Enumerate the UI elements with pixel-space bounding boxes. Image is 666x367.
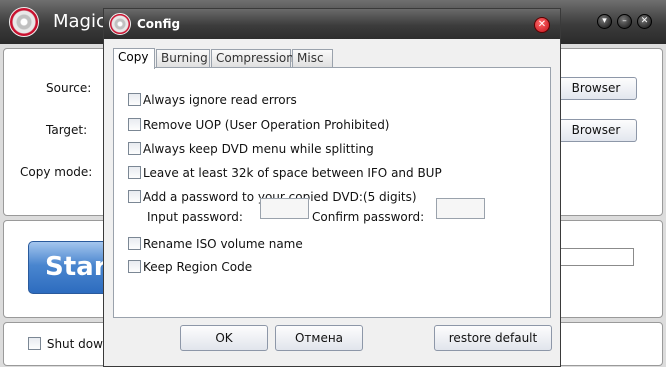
checkbox[interactable] [128,118,141,131]
close-icon[interactable]: ✕ [637,14,652,29]
dropdown-icon[interactable]: ▾ [597,14,612,29]
ok-button[interactable]: OK [180,325,268,351]
option-label: Rename ISO volume name [143,236,303,251]
dialog-titlebar: Config ✕ [104,9,560,39]
target-label: Target: [46,123,88,137]
shutdown-checkbox[interactable] [28,337,41,350]
option-rename-iso[interactable]: Rename ISO volume name [128,236,303,251]
option-leave-32k-space[interactable]: Leave at least 32k of space between IFO … [128,165,442,180]
target-browse-button[interactable]: Browser [555,119,637,142]
option-label: Always keep DVD menu while splitting [143,141,374,156]
checkbox[interactable] [128,166,141,179]
confirm-password-label: Confirm password: [312,210,425,224]
shutdown-option[interactable]: Shut down [28,336,111,351]
checkbox[interactable] [128,93,141,106]
option-label: Leave at least 32k of space between IFO … [143,165,442,180]
app-logo-icon [9,7,39,37]
option-label: Remove UOP (User Operation Prohibited) [143,117,390,132]
tab-copy[interactable]: Copy [113,48,155,69]
checkbox[interactable] [128,237,141,250]
dialog-close-icon[interactable]: ✕ [534,17,550,33]
tab-burning[interactable]: Burning [156,49,210,67]
main-window-title: Magic [53,11,106,32]
config-dialog: Config ✕ Copy Burning Compression Misc A… [103,8,561,367]
checkbox[interactable] [128,142,141,155]
shutdown-label: Shut down [46,336,111,351]
option-remove-uop[interactable]: Remove UOP (User Operation Prohibited) [128,117,390,132]
output-path-field[interactable] [556,248,634,266]
option-ignore-read-errors[interactable]: Always ignore read errors [128,92,297,107]
copy-tab-panel: Always ignore read errors Remove UOP (Us… [113,67,551,318]
dialog-title: Config [137,17,181,31]
restore-default-button[interactable]: restore default [434,325,552,351]
option-keep-dvd-menu[interactable]: Always keep DVD menu while splitting [128,141,374,156]
checkbox[interactable] [128,190,141,203]
source-browse-button[interactable]: Browser [555,77,637,100]
copy-mode-label: Copy mode: [20,165,93,179]
dialog-logo-icon [109,13,131,35]
tab-compression[interactable]: Compression [211,49,294,67]
option-label: Always ignore read errors [143,92,297,107]
minimize-icon[interactable]: – [617,14,632,29]
option-keep-region-code[interactable]: Keep Region Code [128,259,252,274]
source-label: Source: [46,81,92,95]
checkbox[interactable] [128,260,141,273]
confirm-password-field[interactable] [436,198,485,219]
tab-misc[interactable]: Misc [292,49,333,67]
cancel-button[interactable]: Отмена [275,325,363,351]
input-password-field[interactable] [260,198,309,219]
input-password-label: Input password: [147,210,243,224]
option-label: Keep Region Code [143,259,253,274]
